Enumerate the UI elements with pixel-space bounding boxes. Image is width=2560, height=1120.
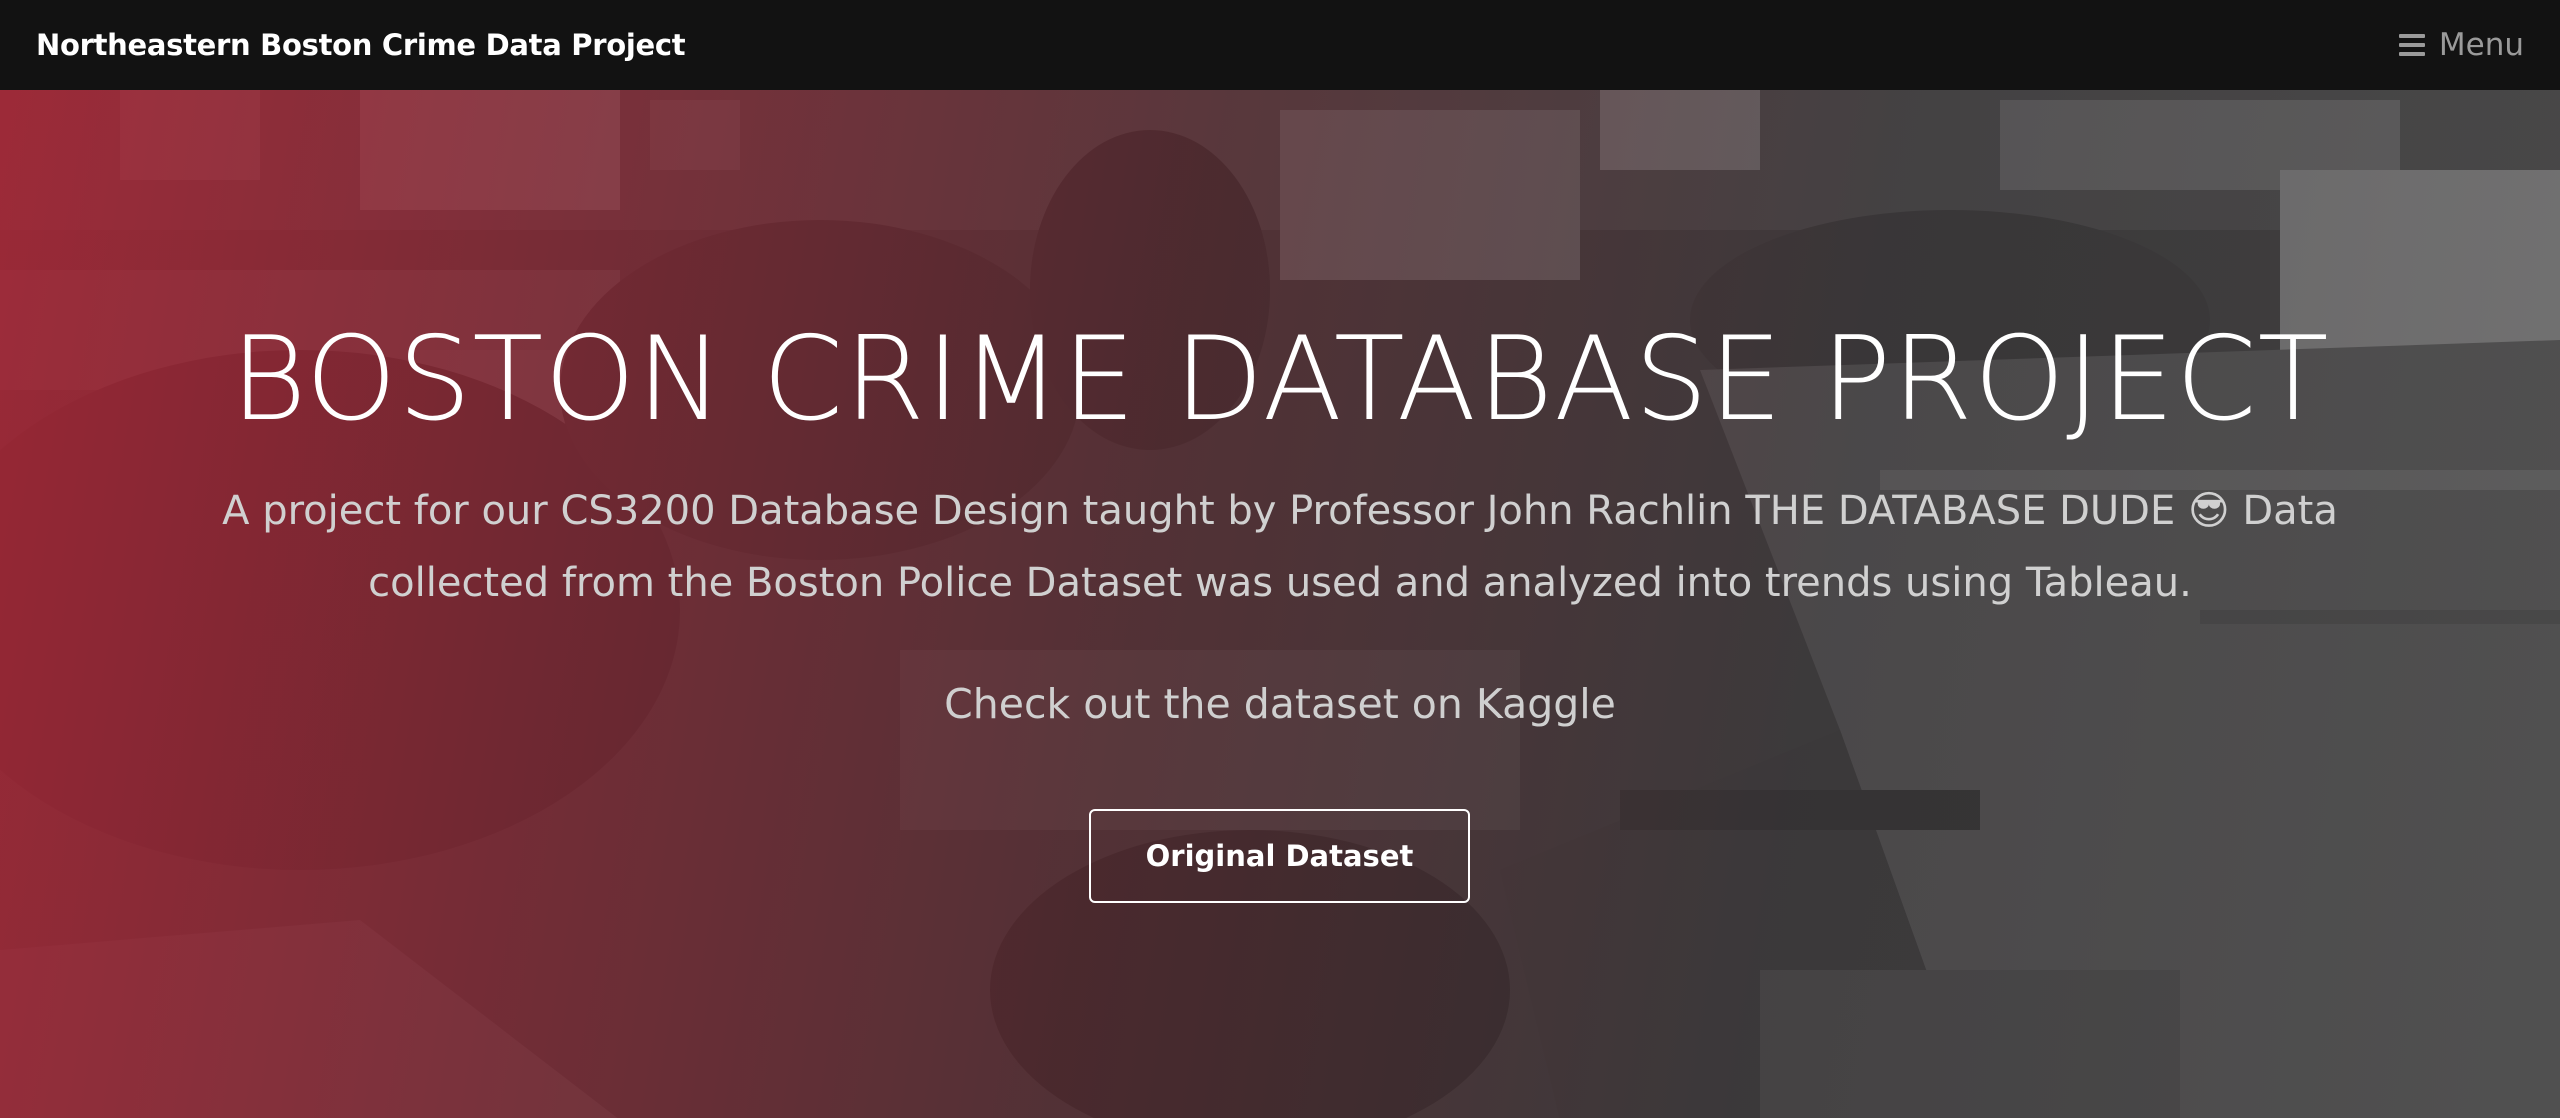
kaggle-subheading: Check out the dataset on Kaggle — [944, 680, 1616, 728]
original-dataset-button[interactable]: Original Dataset — [1089, 809, 1470, 903]
hero-section: BOSTON CRIME DATABASE PROJECT A project … — [0, 90, 2560, 1118]
menu-label: Menu — [2438, 27, 2524, 63]
site-brand-link[interactable]: Northeastern Boston Crime Data Project — [36, 28, 686, 62]
top-navbar: Northeastern Boston Crime Data Project M… — [0, 0, 2560, 90]
menu-toggle-button[interactable]: Menu — [2398, 27, 2524, 63]
hero-title: BOSTON CRIME DATABASE PROJECT — [230, 312, 2330, 447]
hero-description: A project for our CS3200 Database Design… — [222, 488, 2338, 606]
hamburger-menu-icon — [2398, 34, 2425, 56]
